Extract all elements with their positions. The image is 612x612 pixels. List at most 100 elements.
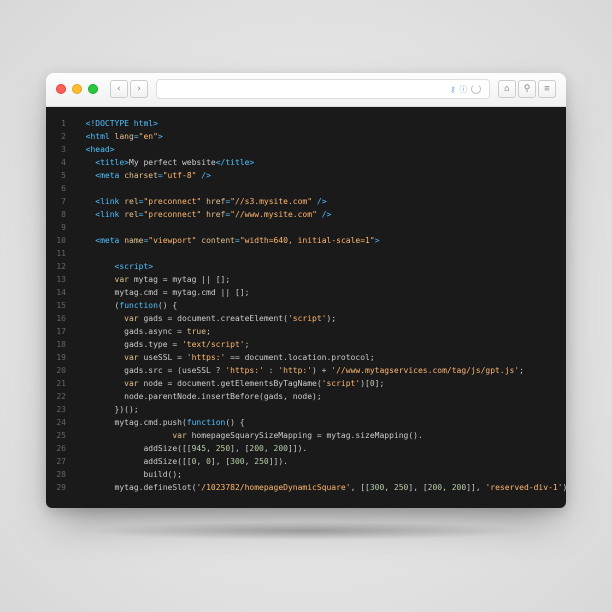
line-number: 24 (46, 416, 76, 429)
code-editor: 1 <!DOCTYPE html>2 <html lang="en">3 <he… (46, 107, 566, 508)
code-content: (function() { (76, 299, 177, 312)
line-number: 11 (46, 247, 76, 260)
code-line: 26 addSize([[945, 250], [200, 200]]). (46, 442, 566, 455)
traffic-lights (56, 84, 98, 94)
line-number: 8 (46, 208, 76, 221)
code-line: 4 <title>My perfect website</title> (46, 156, 566, 169)
code-line: 18 gads.type = 'text/script'; (46, 338, 566, 351)
code-line: 6 (46, 182, 566, 195)
code-content (76, 247, 86, 260)
code-content: var useSSL = 'https:' == document.locati… (76, 351, 375, 364)
code-line: 3 <head> (46, 143, 566, 156)
code-content: <head> (76, 143, 115, 156)
code-line: 29 mytag.defineSlot('/1023782/homepageDy… (46, 481, 566, 494)
lock-icon[interactable]: ⚲ (518, 80, 536, 98)
code-content: <meta charset="utf-8" /> (76, 169, 211, 182)
code-content: gads.src = (useSSL ? 'https:' : 'http:')… (76, 364, 524, 377)
code-content: <title>My perfect website</title> (76, 156, 254, 169)
code-line: 8 <link rel="preconnect" href="//www.mys… (46, 208, 566, 221)
code-content: <!DOCTYPE html> (76, 117, 158, 130)
line-number: 15 (46, 299, 76, 312)
line-number: 20 (46, 364, 76, 377)
code-content (76, 221, 86, 234)
browser-window: ‹ › ⚷ ⓘ ⌂ ⚲ ≡ 1 <!DOCTYPE html>2 <html l… (46, 73, 566, 508)
toolbar-icons: ⌂ ⚲ ≡ (498, 80, 556, 98)
line-number: 28 (46, 468, 76, 481)
code-line: 19 var useSSL = 'https:' == document.loc… (46, 351, 566, 364)
code-content: mytag.cmd = mytag.cmd || []; (76, 286, 249, 299)
code-line: 1 <!DOCTYPE html> (46, 117, 566, 130)
line-number: 29 (46, 481, 76, 494)
line-number: 16 (46, 312, 76, 325)
code-line: 28 build(); (46, 468, 566, 481)
code-content: mytag.defineSlot('/1023782/homepageDynam… (76, 481, 566, 494)
code-content: gads.type = 'text/script'; (76, 338, 249, 351)
code-content: build(); (76, 468, 182, 481)
code-content (76, 182, 86, 195)
line-number: 25 (46, 429, 76, 442)
line-number: 3 (46, 143, 76, 156)
forward-button[interactable]: › (130, 80, 148, 98)
code-content: <script> (76, 260, 153, 273)
code-content: <meta name="viewport" content="width=640… (76, 234, 380, 247)
code-line: 20 gads.src = (useSSL ? 'https:' : 'http… (46, 364, 566, 377)
maximize-icon[interactable] (88, 84, 98, 94)
line-number: 10 (46, 234, 76, 247)
line-number: 18 (46, 338, 76, 351)
code-content: <link rel="preconnect" href="//www.mysit… (76, 208, 331, 221)
code-content: addSize([[0, 0], [300, 250]]). (76, 455, 288, 468)
line-number: 13 (46, 273, 76, 286)
line-number: 6 (46, 182, 76, 195)
code-line: 25 var homepageSquarySizeMapping = mytag… (46, 429, 566, 442)
code-line: 7 <link rel="preconnect" href="//s3.mysi… (46, 195, 566, 208)
url-bar[interactable]: ⚷ ⓘ (156, 79, 490, 99)
close-icon[interactable] (56, 84, 66, 94)
code-line: 23 })(); (46, 403, 566, 416)
nav-buttons: ‹ › (110, 80, 148, 98)
line-number: 23 (46, 403, 76, 416)
code-content: var node = document.getElementsByTagName… (76, 377, 384, 390)
reload-icon[interactable] (471, 84, 481, 94)
code-line: 16 var gads = document.createElement('sc… (46, 312, 566, 325)
back-button[interactable]: ‹ (110, 80, 128, 98)
code-line: 24 mytag.cmd.push(function() { (46, 416, 566, 429)
code-line: 12 <script> (46, 260, 566, 273)
code-line: 21 var node = document.getElementsByTagN… (46, 377, 566, 390)
code-line: 5 <meta charset="utf-8" /> (46, 169, 566, 182)
line-number: 5 (46, 169, 76, 182)
code-line: 9 (46, 221, 566, 234)
code-line: 2 <html lang="en"> (46, 130, 566, 143)
code-content: <link rel="preconnect" href="//s3.mysite… (76, 195, 327, 208)
code-line: 11 (46, 247, 566, 260)
code-line: 15 (function() { (46, 299, 566, 312)
code-content: var gads = document.createElement('scrip… (76, 312, 336, 325)
code-content: })(); (76, 403, 139, 416)
line-number: 27 (46, 455, 76, 468)
code-line: 17 gads.async = true; (46, 325, 566, 338)
code-line: 27 addSize([[0, 0], [300, 250]]). (46, 455, 566, 468)
line-number: 17 (46, 325, 76, 338)
window-shadow (86, 522, 526, 540)
code-content: <html lang="en"> (76, 130, 163, 143)
code-content: node.parentNode.insertBefore(gads, node)… (76, 390, 322, 403)
line-number: 2 (46, 130, 76, 143)
code-line: 14 mytag.cmd = mytag.cmd || []; (46, 286, 566, 299)
line-number: 7 (46, 195, 76, 208)
line-number: 9 (46, 221, 76, 234)
code-line: 10 <meta name="viewport" content="width=… (46, 234, 566, 247)
share-icon[interactable]: ⌂ (498, 80, 516, 98)
line-number: 14 (46, 286, 76, 299)
code-content: gads.async = true; (76, 325, 211, 338)
secure-icon: ⚷ ⓘ (450, 84, 467, 95)
line-number: 19 (46, 351, 76, 364)
titlebar: ‹ › ⚷ ⓘ ⌂ ⚲ ≡ (46, 73, 566, 107)
code-content: var mytag = mytag || []; (76, 273, 230, 286)
line-number: 21 (46, 377, 76, 390)
menu-icon[interactable]: ≡ (538, 80, 556, 98)
minimize-icon[interactable] (72, 84, 82, 94)
code-content: addSize([[945, 250], [200, 200]]). (76, 442, 307, 455)
line-number: 1 (46, 117, 76, 130)
code-content: mytag.cmd.push(function() { (76, 416, 245, 429)
code-line: 13 var mytag = mytag || []; (46, 273, 566, 286)
line-number: 26 (46, 442, 76, 455)
